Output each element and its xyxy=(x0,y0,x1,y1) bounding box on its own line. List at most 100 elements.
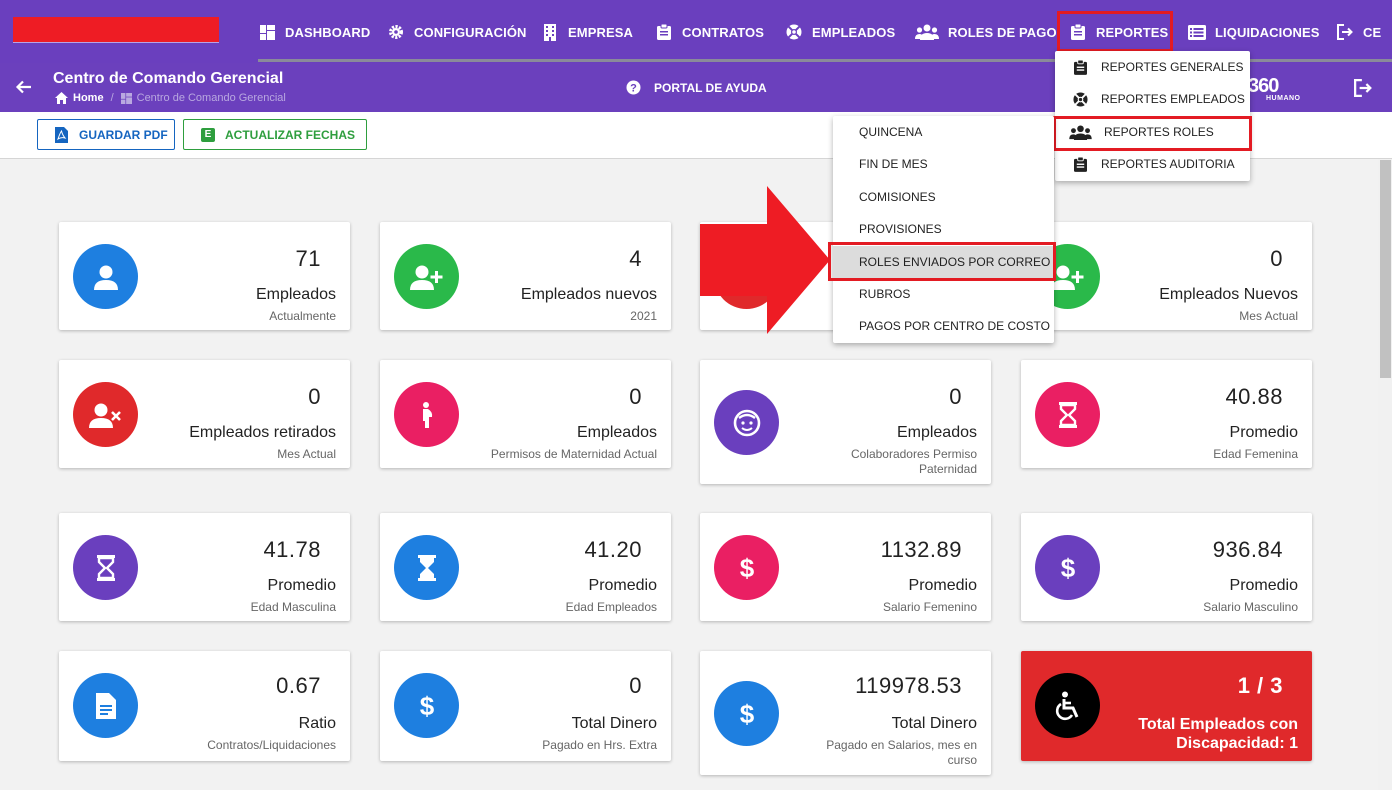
stat-value: 1132.89 xyxy=(880,537,962,562)
stat-icon-circle: $ xyxy=(714,535,779,600)
stat-icon-circle xyxy=(73,673,138,738)
update-dates-button[interactable]: E ACTUALIZAR FECHAS xyxy=(183,119,367,150)
wheelchair-icon xyxy=(1053,691,1083,721)
annotation-arrow xyxy=(700,186,830,334)
stat-label: Total Dinero xyxy=(571,715,657,732)
support-icon xyxy=(785,23,803,41)
stat-value: 0 xyxy=(949,384,962,409)
stat-card: 40.88 Promedio Edad Femenina xyxy=(1021,360,1312,468)
submenu-quincena[interactable]: QUINCENA xyxy=(833,116,1054,148)
stat-label: Promedio xyxy=(588,577,657,594)
stat-sublabel: Contratos/Liquidaciones xyxy=(207,738,336,752)
user-plus-icon xyxy=(409,263,444,291)
back-arrow-icon[interactable] xyxy=(14,77,34,97)
breadcrumb-home[interactable]: Home xyxy=(73,92,104,104)
gear-icon xyxy=(387,23,405,41)
hourglass-icon xyxy=(96,554,116,582)
submenu-provisiones[interactable]: PROVISIONES xyxy=(833,213,1054,245)
stat-card: 41.20 Promedio Edad Empleados xyxy=(380,513,671,621)
svg-text:$: $ xyxy=(1060,554,1075,582)
submenu-label: QUINCENA xyxy=(859,125,923,139)
stat-icon-circle xyxy=(394,382,459,447)
nav-cerrar[interactable]: CE xyxy=(1336,20,1381,44)
stat-value: 40.88 xyxy=(1225,384,1283,409)
stat-sublabel: Edad Femenina xyxy=(1213,447,1298,461)
menu-reportes-auditoria[interactable]: REPORTES AUDITORIA xyxy=(1055,148,1250,180)
clipboard-icon xyxy=(1071,155,1089,173)
dollar-icon: $ xyxy=(737,700,757,728)
highlight-roles-enviados xyxy=(828,242,1056,281)
save-pdf-button[interactable]: GUARDAR PDF xyxy=(37,119,175,150)
stat-value: 0 xyxy=(629,384,642,409)
baby-face-icon xyxy=(733,409,761,437)
company-logo[interactable] xyxy=(13,17,219,43)
submenu-pagos-por-centro-de-costo[interactable]: PAGOS POR CENTRO DE COSTO xyxy=(833,310,1054,342)
user-x-icon xyxy=(88,401,123,429)
help-label: PORTAL DE AYUDA xyxy=(654,80,767,95)
stat-sublabel: Actualmente xyxy=(269,309,336,323)
submenu-rubros[interactable]: RUBROS xyxy=(833,278,1054,310)
hourglass-icon xyxy=(1058,401,1078,429)
stat-icon-circle xyxy=(73,535,138,600)
breadcrumb: Home / Centro de Comando Gerencial xyxy=(55,92,286,104)
stat-label: Empleados xyxy=(255,286,336,303)
stat-value: 0 xyxy=(629,673,642,698)
stat-card: 41.78 Promedio Edad Masculina xyxy=(59,513,350,621)
stat-icon-circle: $ xyxy=(714,681,779,746)
stat-sublabel: Pagado en Salarios, mes en curso xyxy=(826,738,977,767)
nav-label: CE xyxy=(1363,24,1382,40)
submenu-label: FIN DE MES xyxy=(859,157,928,171)
stat-label: Empleados xyxy=(576,424,657,441)
nav-label: LIQUIDACIONES xyxy=(1215,24,1320,40)
stat-value: 119978.53 xyxy=(855,673,962,698)
dollar-icon: $ xyxy=(737,554,757,582)
stat-sublabel: Edad Masculina xyxy=(250,600,336,614)
nav-label: CONTRATOS xyxy=(682,24,765,40)
nav-configuracion[interactable]: CONFIGURACIÓN xyxy=(387,20,527,44)
svg-text:$: $ xyxy=(739,700,754,728)
menu-reportes-empleados[interactable]: REPORTES EMPLEADOS xyxy=(1055,83,1250,115)
stat-icon-circle xyxy=(1035,382,1100,447)
stat-value: 71 xyxy=(295,246,321,271)
scrollbar-thumb[interactable] xyxy=(1380,160,1391,378)
stat-icon-circle xyxy=(1035,673,1100,738)
highlight-reportes-roles xyxy=(1053,116,1252,151)
page-title: Centro de Comando Gerencial xyxy=(53,70,284,87)
stat-value: 0 xyxy=(1270,246,1283,271)
help-icon: ? xyxy=(626,80,641,95)
exit-icon[interactable] xyxy=(1354,79,1372,97)
stat-icon-circle xyxy=(73,382,138,447)
stat-icon-circle: $ xyxy=(1035,535,1100,600)
breadcrumb-current: Centro de Comando Gerencial xyxy=(136,92,286,104)
submenu-fin-de-mes[interactable]: FIN DE MES xyxy=(833,148,1054,180)
nav-label: CONFIGURACIÓN xyxy=(414,24,527,40)
nav-empresa[interactable]: EMPRESA xyxy=(541,20,633,44)
nav-contratos[interactable]: CONTRATOS xyxy=(655,20,764,44)
clipboard-icon xyxy=(655,23,673,41)
stat-icon-circle xyxy=(73,244,138,309)
stat-value: 0 xyxy=(308,384,321,409)
list-icon xyxy=(1188,23,1206,41)
nav-empleados[interactable]: EMPLEADOS xyxy=(785,20,895,44)
stat-card: 0.67 Ratio Contratos/Liquidaciones xyxy=(59,651,350,761)
stat-label: Empleados retirados xyxy=(189,424,336,441)
help-portal-link[interactable]: ? PORTAL DE AYUDA xyxy=(626,80,767,95)
stat-sublabel: Edad Empleados xyxy=(565,600,657,614)
nav-label: EMPLEADOS xyxy=(812,24,896,40)
stat-label: Total Dinero xyxy=(891,715,977,732)
home-icon xyxy=(55,92,68,104)
nav-roles-de-pago[interactable]: ROLES DE PAGO xyxy=(915,20,1057,44)
nav-label: EMPRESA xyxy=(568,24,633,40)
svg-text:$: $ xyxy=(739,554,754,582)
logout-icon xyxy=(1336,23,1354,41)
submenu-comisiones[interactable]: COMISIONES xyxy=(833,181,1054,213)
stat-label: Empleados nuevos xyxy=(520,286,657,303)
menu-reportes-generales[interactable]: REPORTES GENERALES xyxy=(1055,51,1250,83)
nav-liquidaciones[interactable]: LIQUIDACIONES xyxy=(1188,20,1320,44)
breadcrumb-separator: / xyxy=(110,92,114,104)
pregnant-icon xyxy=(419,401,435,428)
stat-value: 41.20 xyxy=(584,537,642,562)
nav-dashboard[interactable]: DASHBOARD xyxy=(258,20,370,44)
stat-icon-circle xyxy=(714,390,779,455)
stat-label: Promedio xyxy=(1229,577,1298,594)
